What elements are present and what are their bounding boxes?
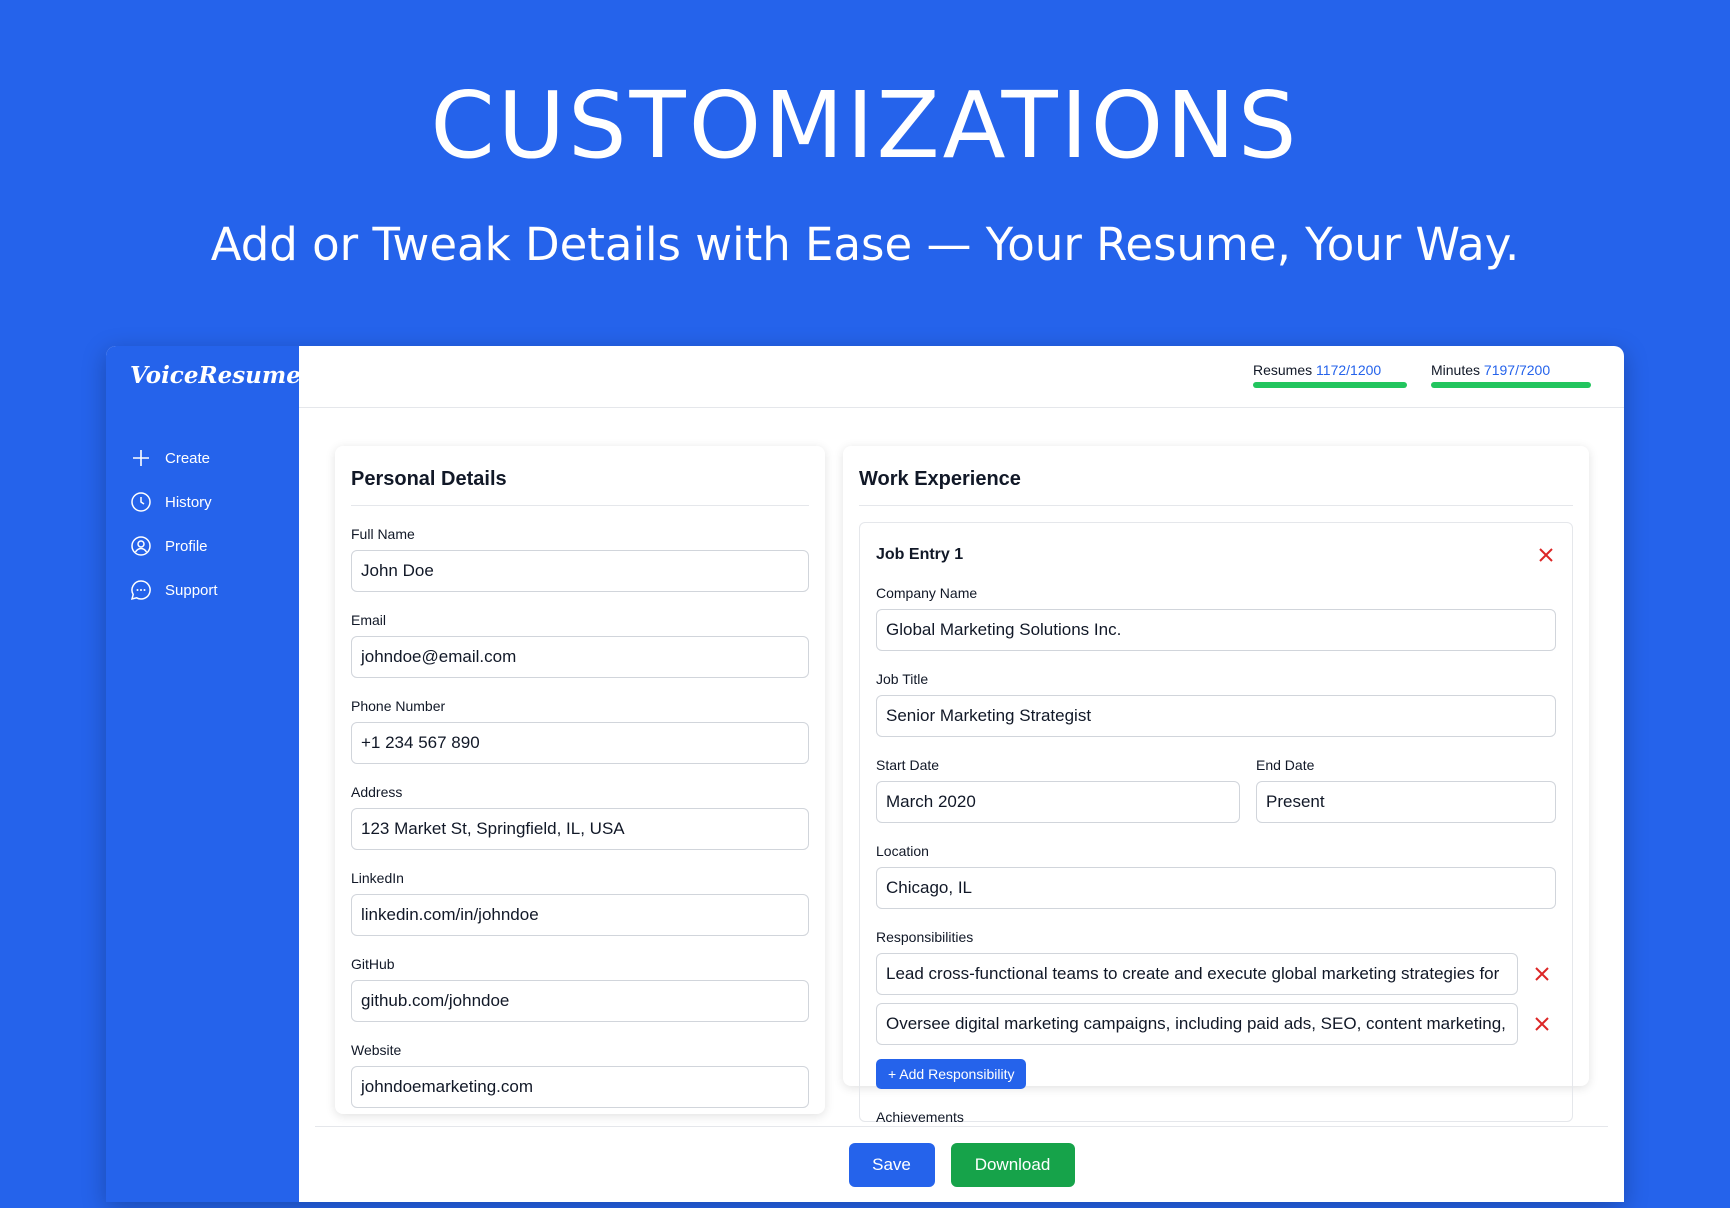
personal-details-card: Personal Details Full Name John Doe Emai… xyxy=(335,446,825,1114)
responsibility-row: Lead cross-functional teams to create an… xyxy=(876,953,1556,995)
field-label: Email xyxy=(351,612,387,628)
job-entry: Job Entry 1 Company Name Global Marketin… xyxy=(859,522,1573,1125)
sidebar-item-label: History xyxy=(165,493,212,511)
field-label: LinkedIn xyxy=(351,870,404,886)
date-row: Start Date March 2020 End Date Present xyxy=(876,737,1556,823)
sidebar-item-label: Create xyxy=(165,449,211,467)
sidebar-item-create[interactable]: Create xyxy=(130,436,218,480)
main-panel: Resumes 1172/1200 Minutes 7197/7200 Pers… xyxy=(299,346,1624,1202)
field-label: Location xyxy=(876,843,929,859)
field-website: Website johndoemarketing.com xyxy=(351,1042,809,1108)
website-input[interactable]: johndoemarketing.com xyxy=(351,1066,809,1108)
user-circle-icon xyxy=(130,535,152,557)
download-button[interactable]: Download xyxy=(950,1142,1075,1187)
remove-responsibility-icon[interactable] xyxy=(1532,964,1552,984)
field-email: Email johndoe@email.com xyxy=(351,612,809,678)
phone-input[interactable]: +1 234 567 890 xyxy=(351,722,809,764)
end-date-input[interactable]: Present xyxy=(1256,781,1556,823)
field-label: Full Name xyxy=(351,526,415,542)
plus-icon xyxy=(130,447,152,469)
job-entry-header: Job Entry 1 xyxy=(876,523,1556,565)
field-label: Address xyxy=(351,784,403,800)
app-window: VoiceResume Create History Profile Suppo… xyxy=(106,346,1624,1202)
address-input[interactable]: 123 Market St, Springfield, IL, USA xyxy=(351,808,809,850)
field-label: Responsibilities xyxy=(876,929,974,945)
field-label: End Date xyxy=(1256,757,1315,773)
sidebar-item-profile[interactable]: Profile xyxy=(130,524,218,568)
field-label: Company Name xyxy=(876,585,978,601)
usage-minutes: Minutes 7197/7200 xyxy=(1431,362,1591,388)
job-title-input[interactable]: Senior Marketing Strategist xyxy=(876,695,1556,737)
sidebar-item-label: Profile xyxy=(165,537,208,555)
field-label: Start Date xyxy=(876,757,940,773)
footer-actions: Save Download xyxy=(315,1126,1608,1202)
card-title: Work Experience xyxy=(859,446,1573,506)
field-phone: Phone Number +1 234 567 890 xyxy=(351,698,809,764)
hero-title: CUSTOMIZATIONS xyxy=(430,72,1300,179)
field-label: Phone Number xyxy=(351,698,446,714)
usage-value: 1172/1200 xyxy=(1316,362,1382,378)
usage-label: Resumes xyxy=(1253,362,1313,378)
full-name-input[interactable]: John Doe xyxy=(351,550,809,592)
start-date-input[interactable]: March 2020 xyxy=(876,781,1240,823)
responsibility-input[interactable]: Lead cross-functional teams to create an… xyxy=(876,953,1518,995)
github-input[interactable]: github.com/johndoe xyxy=(351,980,809,1022)
chat-bubble-icon xyxy=(130,579,152,601)
responsibility-input[interactable]: Oversee digital marketing campaigns, inc… xyxy=(876,1003,1518,1045)
field-github: GitHub github.com/johndoe xyxy=(351,956,809,1022)
email-input[interactable]: johndoe@email.com xyxy=(351,636,809,678)
location-input[interactable]: Chicago, IL xyxy=(876,867,1556,909)
work-experience-card: Work Experience Job Entry 1 Company Name… xyxy=(843,446,1589,1125)
company-name-input[interactable]: Global Marketing Solutions Inc. xyxy=(876,609,1556,651)
sidebar: VoiceResume Create History Profile Suppo… xyxy=(106,346,301,1202)
usage-value: 7197/7200 xyxy=(1483,362,1551,378)
field-address: Address 123 Market St, Springfield, IL, … xyxy=(351,784,809,850)
content-area: Personal Details Full Name John Doe Emai… xyxy=(299,408,1624,1202)
field-label: Achievements xyxy=(876,1109,964,1125)
remove-job-icon[interactable] xyxy=(1536,545,1556,565)
responsibility-row: Oversee digital marketing campaigns, inc… xyxy=(876,1003,1556,1045)
logo[interactable]: VoiceResume xyxy=(130,362,301,389)
usage-label: Minutes xyxy=(1431,362,1481,378)
add-responsibility-button[interactable]: + Add Responsibility xyxy=(876,1059,1027,1089)
linkedin-input[interactable]: linkedin.com/in/johndoe xyxy=(351,894,809,936)
minutes-progress-bar xyxy=(1431,382,1591,388)
remove-responsibility-icon[interactable] xyxy=(1532,1014,1552,1034)
field-label: Job Title xyxy=(876,671,929,687)
usage-resumes: Resumes 1172/1200 xyxy=(1253,362,1411,388)
clock-icon xyxy=(130,491,152,513)
resumes-progress-bar xyxy=(1253,382,1408,388)
card-title: Personal Details xyxy=(351,446,809,506)
save-button[interactable]: Save xyxy=(848,1142,935,1187)
field-label: Website xyxy=(351,1042,402,1058)
sidebar-item-support[interactable]: Support xyxy=(130,568,218,612)
field-label: GitHub xyxy=(351,956,395,972)
sidebar-nav: Create History Profile Support xyxy=(130,436,218,612)
field-full-name: Full Name John Doe xyxy=(351,526,809,592)
sidebar-item-label: Support xyxy=(165,581,218,599)
job-entry-title: Job Entry 1 xyxy=(876,546,964,563)
field-linkedin: LinkedIn linkedin.com/in/johndoe xyxy=(351,870,809,936)
hero-subtitle: Add or Tweak Details with Ease — Your Re… xyxy=(210,218,1520,271)
sidebar-item-history[interactable]: History xyxy=(130,480,218,524)
topbar: Resumes 1172/1200 Minutes 7197/7200 xyxy=(299,346,1624,408)
